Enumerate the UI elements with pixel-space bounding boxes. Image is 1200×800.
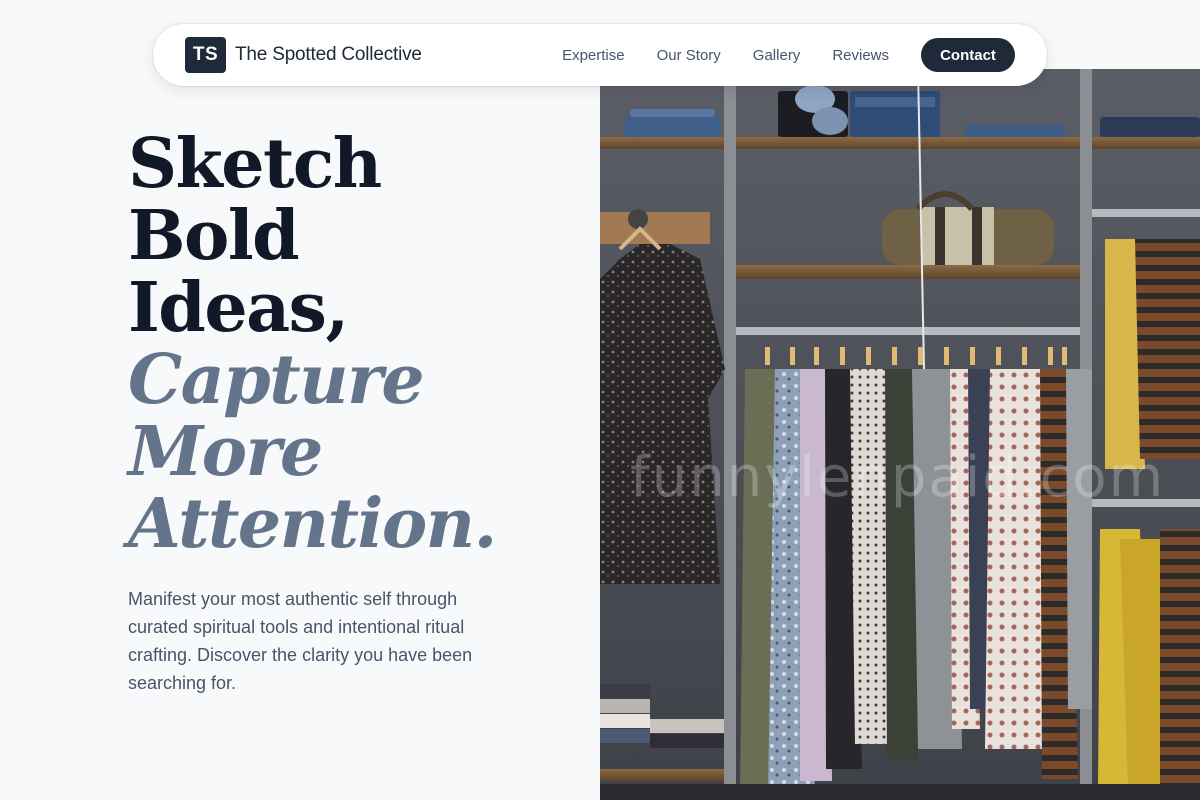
nav-link-our-story[interactable]: Our Story	[657, 47, 721, 64]
image-watermark: funnylenpaid.com	[630, 445, 1166, 510]
hero-subtext: Manifest your most authentic self throug…	[128, 589, 473, 693]
nav-links: Expertise Our Story Gallery Reviews	[562, 47, 889, 64]
hero-headline: Sketch Bold Ideas, Capture More Attentio…	[128, 124, 497, 564]
headline-italic-line: Capture	[128, 340, 425, 420]
brand-logo[interactable]: TS The Spotted Collective	[185, 37, 422, 73]
headline-line: Sketch	[128, 124, 382, 204]
nav-link-reviews[interactable]: Reviews	[832, 47, 889, 64]
headline-italic-line: Attention.	[128, 484, 497, 564]
clothing-rack-illustration	[600, 69, 1200, 800]
headline-line: Bold	[128, 196, 300, 276]
brand-monogram: TS	[185, 37, 226, 73]
brand-name: The Spotted Collective	[235, 44, 422, 65]
nav-link-expertise[interactable]: Expertise	[562, 47, 625, 64]
top-navbar: TS The Spotted Collective Expertise Our …	[153, 24, 1047, 86]
headline-italic-line: More	[128, 412, 323, 492]
headline-line: Ideas,	[128, 268, 349, 348]
nav-link-gallery[interactable]: Gallery	[753, 47, 801, 64]
hero-image-clothing-rack	[600, 69, 1200, 800]
contact-button[interactable]: Contact	[921, 38, 1015, 72]
